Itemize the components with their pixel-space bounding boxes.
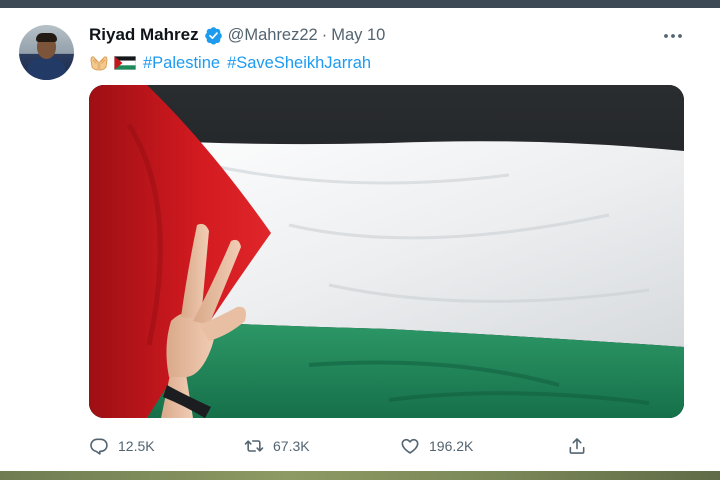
hashtag-palestine[interactable]: #Palestine xyxy=(143,54,220,73)
author-handle[interactable]: @Mahrez22 xyxy=(228,26,318,45)
retweet-icon xyxy=(244,440,264,452)
reply-icon xyxy=(90,438,108,455)
browser-top-edge xyxy=(0,0,720,8)
avatar-shirt xyxy=(27,58,66,80)
palestine-flag-icon xyxy=(114,56,136,70)
header-separator: · xyxy=(321,25,328,44)
verified-badge-icon xyxy=(204,26,222,45)
reply-button[interactable]: 12.5K xyxy=(89,434,155,458)
heart-icon xyxy=(401,438,419,454)
tweet-media-image[interactable] xyxy=(89,85,684,418)
tweet-actions-bar: 12.5K 67.3K 196.2K xyxy=(89,434,599,458)
avatar[interactable] xyxy=(19,25,74,80)
palestinian-flag-photo xyxy=(89,85,684,418)
author-name[interactable]: Riyad Mahrez xyxy=(89,25,199,45)
reply-count: 12.5K xyxy=(118,438,155,454)
like-button[interactable]: 196.2K xyxy=(400,434,473,458)
avatar-hair xyxy=(36,33,57,42)
tweet-date[interactable]: May 10 xyxy=(331,26,385,45)
hashtag-save-sheikh-jarrah[interactable]: #SaveSheikhJarrah xyxy=(227,54,371,73)
more-options-icon[interactable] xyxy=(661,26,685,46)
tweet-card[interactable]: Riyad Mahrez @Mahrez22 · May 10 #Palesti… xyxy=(0,8,720,471)
tweet-text: #Palestine #SaveSheikhJarrah xyxy=(89,50,371,76)
retweet-button[interactable]: 67.3K xyxy=(244,434,310,458)
tweet-header: Riyad Mahrez @Mahrez22 · May 10 xyxy=(89,23,385,47)
background-bottom-edge xyxy=(0,471,720,480)
palms-up-together-icon xyxy=(90,56,108,71)
share-button[interactable] xyxy=(567,434,587,458)
like-count: 196.2K xyxy=(429,438,474,454)
share-icon xyxy=(569,438,585,454)
retweet-count: 67.3K xyxy=(273,438,310,454)
